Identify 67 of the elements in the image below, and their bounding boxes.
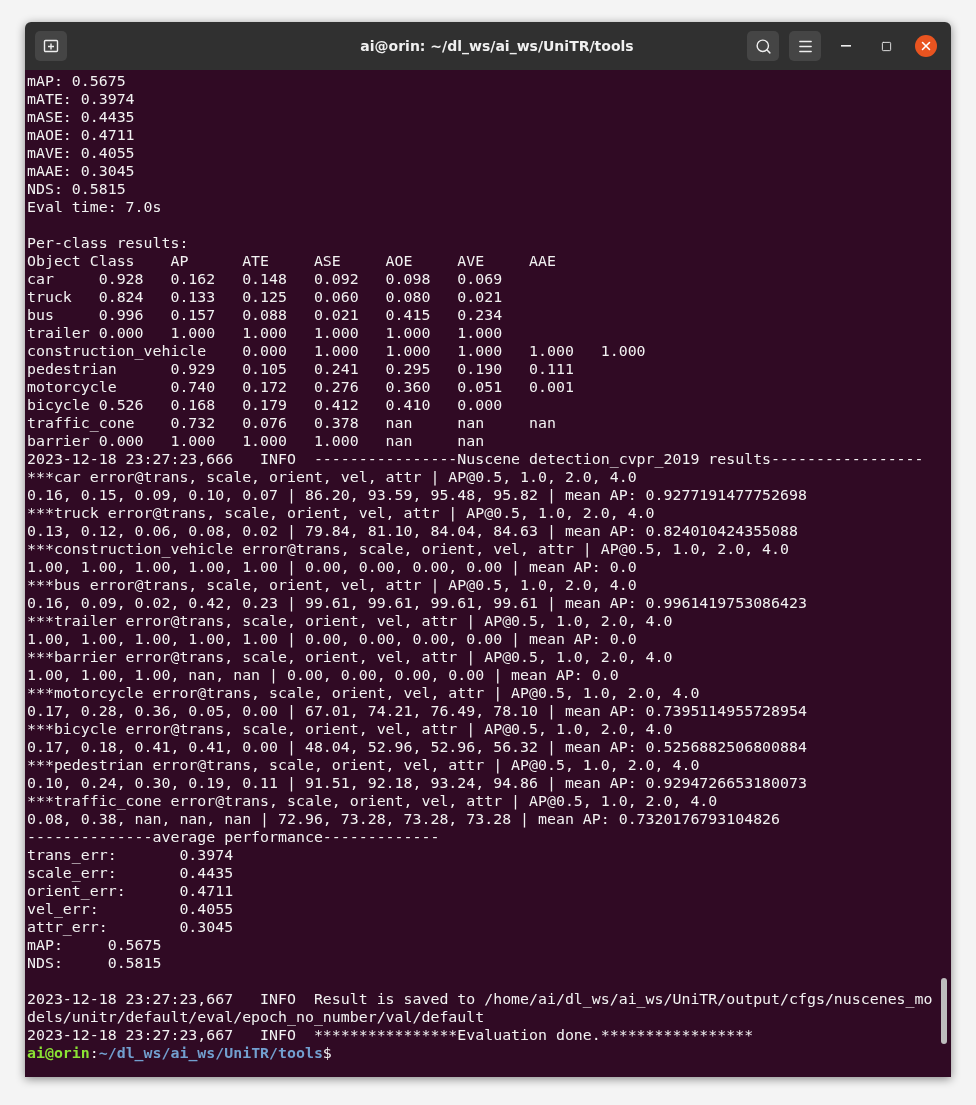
prompt-path: ~/dl_ws/ai_ws/UniTR/tools <box>98 1044 323 1062</box>
terminal-line: traffic_cone 0.732 0.076 0.378 nan nan nan <box>27 414 556 432</box>
terminal-line: 1.00, 1.00, 1.00, 1.00, 1.00 | 0.00, 0.00, 0.00, 0.00 | mean AP: 0.0 <box>27 558 637 576</box>
terminal-line: construction_vehicle 0.000 1.000 1.000 1.000 1.000 1.000 <box>27 342 646 360</box>
terminal-line: vel_err: 0.4055 <box>27 900 234 918</box>
terminal-line: 2023-12-18 23:27:23,667 INFO ****************Evaluation done.***************** <box>27 1026 754 1044</box>
terminal-line: 1.00, 1.00, 1.00, nan, nan | 0.00, 0.00, 0.00, 0.00 | mean AP: 0.0 <box>27 666 619 684</box>
terminal-line: attr_err: 0.3045 <box>27 918 234 936</box>
terminal-line: mAVE: 0.4055 <box>27 144 135 162</box>
new-tab-icon <box>43 38 59 54</box>
terminal-line: mASE: 0.4435 <box>27 108 135 126</box>
terminal-line: Eval time: 7.0s <box>27 198 162 216</box>
search-button[interactable] <box>747 31 779 61</box>
prompt-symbol: $ <box>322 1044 332 1062</box>
terminal-line: ***trailer error@trans, scale, orient, vel, attr | AP@0.5, 1.0, 2.0, 4.0 <box>27 612 673 630</box>
prompt-user-host: ai@orin <box>27 1044 90 1062</box>
terminal-line: NDS: 0.5815 <box>27 954 162 972</box>
terminal-line: bus 0.996 0.157 0.088 0.021 0.415 0.234 <box>27 306 503 324</box>
terminal-line: mAAE: 0.3045 <box>27 162 135 180</box>
terminal-line: mAP: 0.5675 <box>27 72 126 90</box>
terminal-line: 1.00, 1.00, 1.00, 1.00, 1.00 | 0.00, 0.00, 0.00, 0.00 | mean AP: 0.0 <box>27 630 637 648</box>
terminal-line: ***bus error@trans, scale, orient, vel, attr | AP@0.5, 1.0, 2.0, 4.0 <box>27 576 637 594</box>
terminal-line: scale_err: 0.4435 <box>27 864 234 882</box>
terminal-line: ***car error@trans, scale, orient, vel, attr | AP@0.5, 1.0, 2.0, 4.0 <box>27 468 637 486</box>
terminal-line: ***traffic_cone error@trans, scale, orient, vel, attr | AP@0.5, 1.0, 2.0, 4.0 <box>27 792 718 810</box>
terminal-line: --------------average performance------------- <box>27 828 440 846</box>
prompt-separator: : <box>89 1044 99 1062</box>
terminal-line: ***pedestrian error@trans, scale, orient, vel, attr | AP@0.5, 1.0, 2.0, 4.0 <box>27 756 700 774</box>
terminal-line: 0.16, 0.09, 0.02, 0.42, 0.23 | 99.61, 99.61, 99.61, 99.61 | mean AP: 0.9961419753086423 <box>27 594 807 612</box>
terminal-line: Per-class results: <box>27 234 189 252</box>
terminal-line: 0.17, 0.28, 0.36, 0.05, 0.00 | 67.01, 74.21, 76.49, 78.10 | mean AP: 0.7395114955728954 <box>27 702 807 720</box>
terminal-line: 0.16, 0.15, 0.09, 0.10, 0.07 | 86.20, 93.59, 95.48, 95.82 | mean AP: 0.9277191477752698 <box>27 486 807 504</box>
terminal-line: 2023-12-18 23:27:23,667 INFO Result is saved to /home/ai/dl_ws/ai_ws/UniTR/output/cfgs/nuscenes_mo <box>27 990 933 1008</box>
scrollbar-thumb[interactable] <box>941 978 947 1044</box>
terminal-line: 0.17, 0.18, 0.41, 0.41, 0.00 | 48.04, 52.96, 52.96, 56.32 | mean AP: 0.5256882506800884 <box>27 738 807 756</box>
new-tab-button[interactable] <box>35 31 67 61</box>
terminal-line: truck 0.824 0.133 0.125 0.060 0.080 0.021 <box>27 288 503 306</box>
terminal-line: 0.13, 0.12, 0.06, 0.08, 0.02 | 79.84, 81.10, 84.04, 84.63 | mean AP: 0.824010424355088 <box>27 522 798 540</box>
terminal-line: trailer 0.000 1.000 1.000 1.000 1.000 1.000 <box>27 324 503 342</box>
terminal-line: mAP: 0.5675 <box>27 936 162 954</box>
terminal-line: 2023-12-18 23:27:23,666 INFO ----------------Nuscene detection_cvpr_2019 results----------------- <box>27 450 924 468</box>
terminal-line: car 0.928 0.162 0.148 0.092 0.098 0.069 <box>27 270 503 288</box>
terminal-line: mATE: 0.3974 <box>27 90 135 108</box>
terminal-line: 0.08, 0.38, nan, nan, nan | 72.96, 73.28, 73.28, 73.28 | mean AP: 0.7320176793104826 <box>27 810 781 828</box>
terminal-line: ***barrier error@trans, scale, orient, vel, attr | AP@0.5, 1.0, 2.0, 4.0 <box>27 648 673 666</box>
search-icon <box>754 37 772 55</box>
terminal-line: NDS: 0.5815 <box>27 180 126 198</box>
menu-button[interactable] <box>789 31 821 61</box>
minimize-icon <box>841 45 851 47</box>
terminal-line: barrier 0.000 1.000 1.000 1.000 nan nan <box>27 432 485 450</box>
terminal-line: ***truck error@trans, scale, orient, vel, attr | AP@0.5, 1.0, 2.0, 4.0 <box>27 504 655 522</box>
terminal-line: ***bicycle error@trans, scale, orient, vel, attr | AP@0.5, 1.0, 2.0, 4.0 <box>27 720 673 738</box>
terminal-line: orient_err: 0.4711 <box>27 882 234 900</box>
terminal-line: mAOE: 0.4711 <box>27 126 135 144</box>
terminal-line: ***construction_vehicle error@trans, scale, orient, vel, attr | AP@0.5, 1.0, 2.0, 4.0 <box>27 540 790 558</box>
terminal-line: ***motorcycle error@trans, scale, orient, vel, attr | AP@0.5, 1.0, 2.0, 4.0 <box>27 684 700 702</box>
terminal-line: Object Class AP ATE ASE AOE AVE AAE <box>27 252 556 270</box>
window-title: ai@orin: ~/dl_ws/ai_ws/UniTR/tools <box>359 38 635 54</box>
terminal-line: 0.10, 0.24, 0.30, 0.19, 0.11 | 91.51, 92.18, 93.24, 94.86 | mean AP: 0.9294726653180073 <box>27 774 807 792</box>
close-icon <box>919 39 933 53</box>
maximize-icon <box>880 40 892 52</box>
close-button[interactable] <box>915 35 937 57</box>
terminal-line: motorcycle 0.740 0.172 0.276 0.360 0.051 0.001 <box>27 378 574 396</box>
terminal-line: pedestrian 0.929 0.105 0.241 0.295 0.190 0.111 <box>27 360 574 378</box>
terminal-line: bicycle 0.526 0.168 0.179 0.412 0.410 0.000 <box>27 396 503 414</box>
terminal-line: trans_err: 0.3974 <box>27 846 234 864</box>
terminal-line: dels/unitr/default/eval/epoch_no_number/val/default <box>27 1008 485 1026</box>
